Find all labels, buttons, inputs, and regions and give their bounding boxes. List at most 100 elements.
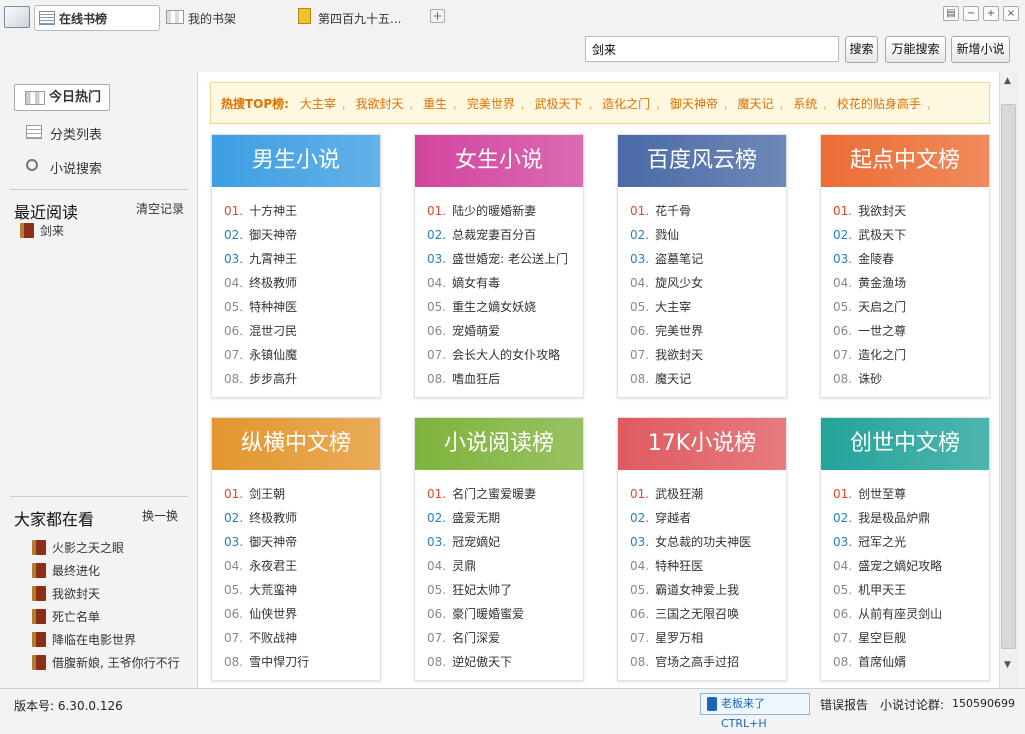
hot-item[interactable]: 完美世界 [467,97,515,111]
ranking-item[interactable]: 07. 永镇仙魔 [224,343,380,367]
ranking-item[interactable]: 03. 盛世婚宠: 老公送上门 [427,247,583,271]
book-title[interactable]: 宠婚萌爱 [452,324,500,338]
ranking-item[interactable]: 02. 戮仙 [630,223,786,247]
ranking-item[interactable]: 04. 灵鼎 [427,554,583,578]
tab-chapter[interactable]: 第四百九十五... [298,5,401,31]
ranking-item[interactable]: 06. 混世刁民 [224,319,380,343]
book-title[interactable]: 我欲封天 [655,348,703,362]
ranking-item[interactable]: 02. 总裁宠妻百分百 [427,223,583,247]
book-title[interactable]: 重生之嫡女妖娆 [452,300,536,314]
clear-record-link[interactable]: 清空记录 [136,200,184,217]
book-title[interactable]: 大主宰 [655,300,691,314]
tab-online-rank[interactable]: 在线书榜 [34,5,160,31]
ranking-item[interactable]: 08. 逆妃傲天下 [427,650,583,674]
ranking-item[interactable]: 03. 冠军之光 [833,530,989,554]
book-title[interactable]: 名门深爱 [452,631,500,645]
search-button[interactable]: 搜索 [845,36,878,63]
app-logo-icon[interactable] [4,6,30,28]
ranking-item[interactable]: 04. 盛宠之嫡妃攻略 [833,554,989,578]
book-title[interactable]: 官场之高手过招 [655,655,739,669]
book-title[interactable]: 黄金渔场 [858,276,906,290]
ranking-item[interactable]: 03. 九霄神王 [224,247,380,271]
book-title[interactable]: 我是极品炉鼎 [858,511,930,525]
popular-book[interactable]: 最终进化 [31,562,100,579]
hot-item[interactable]: 魔天记 [738,97,774,111]
hot-item[interactable]: 校花的贴身高手 [837,97,921,111]
ranking-card-title[interactable]: 女生小说 [415,135,583,187]
book-title[interactable]: 特种神医 [249,300,297,314]
tab-bookshelf[interactable]: 我的书架 [166,5,236,31]
error-report-link[interactable]: 错误报告 [820,696,868,713]
scrollbar[interactable]: ▲ ▼ [999,72,1017,688]
book-title[interactable]: 嫡女有毒 [452,276,500,290]
ranking-item[interactable]: 05. 天启之门 [833,295,989,319]
scroll-up-icon[interactable]: ▲ [1004,76,1011,86]
hot-item[interactable]: 大主宰 [300,97,336,111]
ranking-item[interactable]: 07. 星空巨舰 [833,626,989,650]
book-title[interactable]: 雪中悍刀行 [249,655,309,669]
scroll-thumb[interactable] [1001,104,1016,649]
book-title[interactable]: 特种狂医 [655,559,703,573]
ranking-card-title[interactable]: 纵横中文榜 [212,418,380,470]
book-title[interactable]: 大荒蛮神 [249,583,297,597]
ranking-item[interactable]: 08. 诛砂 [833,367,989,391]
book-title[interactable]: 三国之无限召唤 [655,607,739,621]
book-title[interactable]: 女总裁的功夫神医 [655,535,751,549]
book-title[interactable]: 盗墓笔记 [655,252,703,266]
ranking-item[interactable]: 01. 陆少的暖婚新妻 [427,199,583,223]
book-title[interactable]: 武极狂潮 [655,487,703,501]
book-title[interactable]: 冠宠嫡妃 [452,535,500,549]
ranking-item[interactable]: 02. 盛爱无期 [427,506,583,530]
maximize-button[interactable]: + [983,6,999,21]
ranking-item[interactable]: 08. 官场之高手过招 [630,650,786,674]
book-title[interactable]: 永夜君王 [249,559,297,573]
book-title[interactable]: 豪门暖婚蜜爱 [452,607,524,621]
hot-item[interactable]: 重生 [423,97,447,111]
swap-link[interactable]: 换一换 [142,507,178,524]
book-title[interactable]: 名门之蜜爱暖妻 [452,487,536,501]
book-title[interactable]: 诛砂 [858,372,882,386]
add-tab-button[interactable]: + [430,9,445,23]
book-title[interactable]: 戮仙 [655,228,679,242]
ranking-item[interactable]: 08. 步步高升 [224,367,380,391]
book-title[interactable]: 造化之门 [858,348,906,362]
book-title[interactable]: 逆妃傲天下 [452,655,512,669]
book-title[interactable]: 盛爱无期 [452,511,500,525]
ranking-item[interactable]: 01. 花千骨 [630,199,786,223]
ranking-item[interactable]: 05. 特种神医 [224,295,380,319]
ranking-card-title[interactable]: 17K小说榜 [618,418,786,470]
book-title[interactable]: 魔天记 [655,372,691,386]
ranking-item[interactable]: 01. 剑王朝 [224,482,380,506]
book-title[interactable]: 穿越者 [655,511,691,525]
ranking-item[interactable]: 04. 终极教师 [224,271,380,295]
ranking-item[interactable]: 01. 我欲封天 [833,199,989,223]
ranking-card-title[interactable]: 小说阅读榜 [415,418,583,470]
book-title[interactable]: 金陵春 [858,252,894,266]
book-title[interactable]: 机甲天王 [858,583,906,597]
ranking-item[interactable]: 07. 星罗万相 [630,626,786,650]
ranking-item[interactable]: 07. 我欲封天 [630,343,786,367]
book-title[interactable]: 盛世婚宠: 老公送上门 [452,252,568,266]
ranking-item[interactable]: 04. 黄金渔场 [833,271,989,295]
popular-book[interactable]: 我欲封天 [31,585,100,602]
minimize-button[interactable]: − [963,6,979,21]
book-title[interactable]: 霸道女神爱上我 [655,583,739,597]
ranking-item[interactable]: 06. 一世之尊 [833,319,989,343]
book-title[interactable]: 星罗万相 [655,631,703,645]
ranking-item[interactable]: 01. 武极狂潮 [630,482,786,506]
hot-item[interactable]: 造化之门 [602,97,650,111]
close-button[interactable]: × [1003,6,1019,21]
ranking-item[interactable]: 04. 特种狂医 [630,554,786,578]
book-title[interactable]: 武极天下 [858,228,906,242]
book-title[interactable]: 御天神帝 [249,535,297,549]
hot-item[interactable]: 武极天下 [535,97,583,111]
ranking-item[interactable]: 08. 嗜血狂后 [427,367,583,391]
ranking-item[interactable]: 03. 盗墓笔记 [630,247,786,271]
scroll-down-icon[interactable]: ▼ [1004,660,1011,670]
ranking-item[interactable]: 05. 重生之嫡女妖娆 [427,295,583,319]
popular-book[interactable]: 降临在电影世界 [31,631,136,648]
book-title[interactable]: 剑王朝 [249,487,285,501]
ranking-item[interactable]: 07. 不败战神 [224,626,380,650]
book-title[interactable]: 旋风少女 [655,276,703,290]
book-title[interactable]: 不败战神 [249,631,297,645]
